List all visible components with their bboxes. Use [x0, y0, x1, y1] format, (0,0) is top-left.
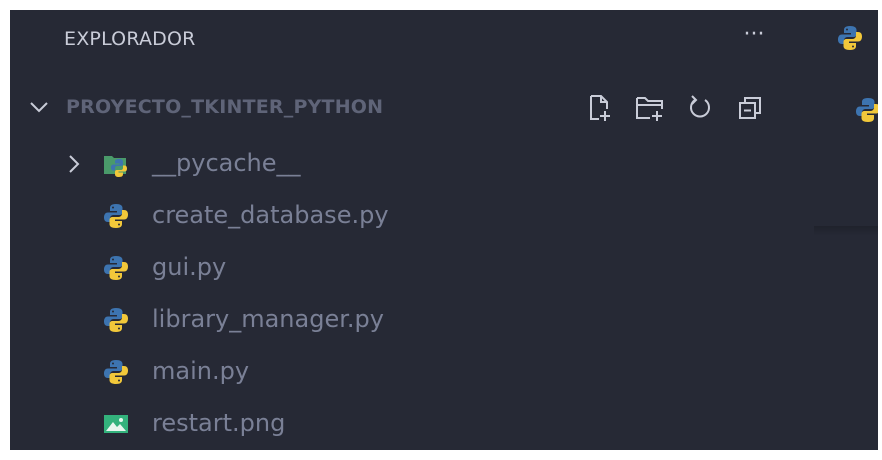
file-name: main.py	[152, 357, 250, 385]
explorer-toolbar	[582, 92, 768, 124]
new-file-button[interactable]	[582, 92, 618, 124]
python-file-icon	[104, 256, 128, 280]
new-folder-button[interactable]	[632, 92, 668, 124]
file-tree: __pycache__ create_database.py gui.py li…	[10, 138, 878, 450]
new-folder-icon	[636, 97, 663, 121]
refresh-button[interactable]	[682, 92, 718, 124]
explorer-header: EXPLORADOR ···	[10, 10, 878, 72]
file-name: library_manager.py	[152, 305, 384, 333]
file-name: restart.png	[152, 409, 286, 437]
file-name: create_database.py	[152, 201, 389, 229]
python-file-icon	[104, 308, 128, 332]
more-actions-button[interactable]: ···	[734, 24, 774, 52]
image-file-icon	[104, 415, 128, 433]
explorer-title: EXPLORADOR	[64, 28, 196, 50]
tree-item-main[interactable]: main.py	[10, 346, 878, 398]
python-icon	[838, 26, 862, 50]
python-file-icon	[104, 360, 128, 384]
python-file-icon	[104, 204, 128, 228]
explorer-panel: EXPLORADOR ··· PROYECTO_TKINTER_PYTHON _…	[10, 10, 878, 450]
tree-item-gui[interactable]: gui.py	[10, 242, 878, 294]
collapse-all-icon	[739, 97, 761, 119]
collapse-all-button[interactable]	[732, 92, 768, 124]
refresh-icon	[690, 95, 710, 118]
panel-divider-shadow	[814, 226, 878, 236]
file-name: gui.py	[152, 253, 227, 281]
file-name: __pycache__	[152, 149, 301, 177]
new-file-icon	[590, 95, 610, 121]
tree-item-library-manager[interactable]: library_manager.py	[10, 294, 878, 346]
tree-item-pycache[interactable]: __pycache__	[10, 138, 878, 190]
project-title: PROYECTO_TKINTER_PYTHON	[66, 96, 384, 118]
chevron-right-icon[interactable]	[64, 153, 84, 175]
project-row[interactable]: PROYECTO_TKINTER_PYTHON	[10, 88, 878, 128]
python-folder-icon	[104, 156, 127, 177]
tree-item-restart-png[interactable]: restart.png	[10, 398, 878, 450]
tree-item-create-database[interactable]: create_database.py	[10, 190, 878, 242]
python-icon	[856, 98, 878, 122]
chevron-down-icon[interactable]	[28, 96, 50, 118]
